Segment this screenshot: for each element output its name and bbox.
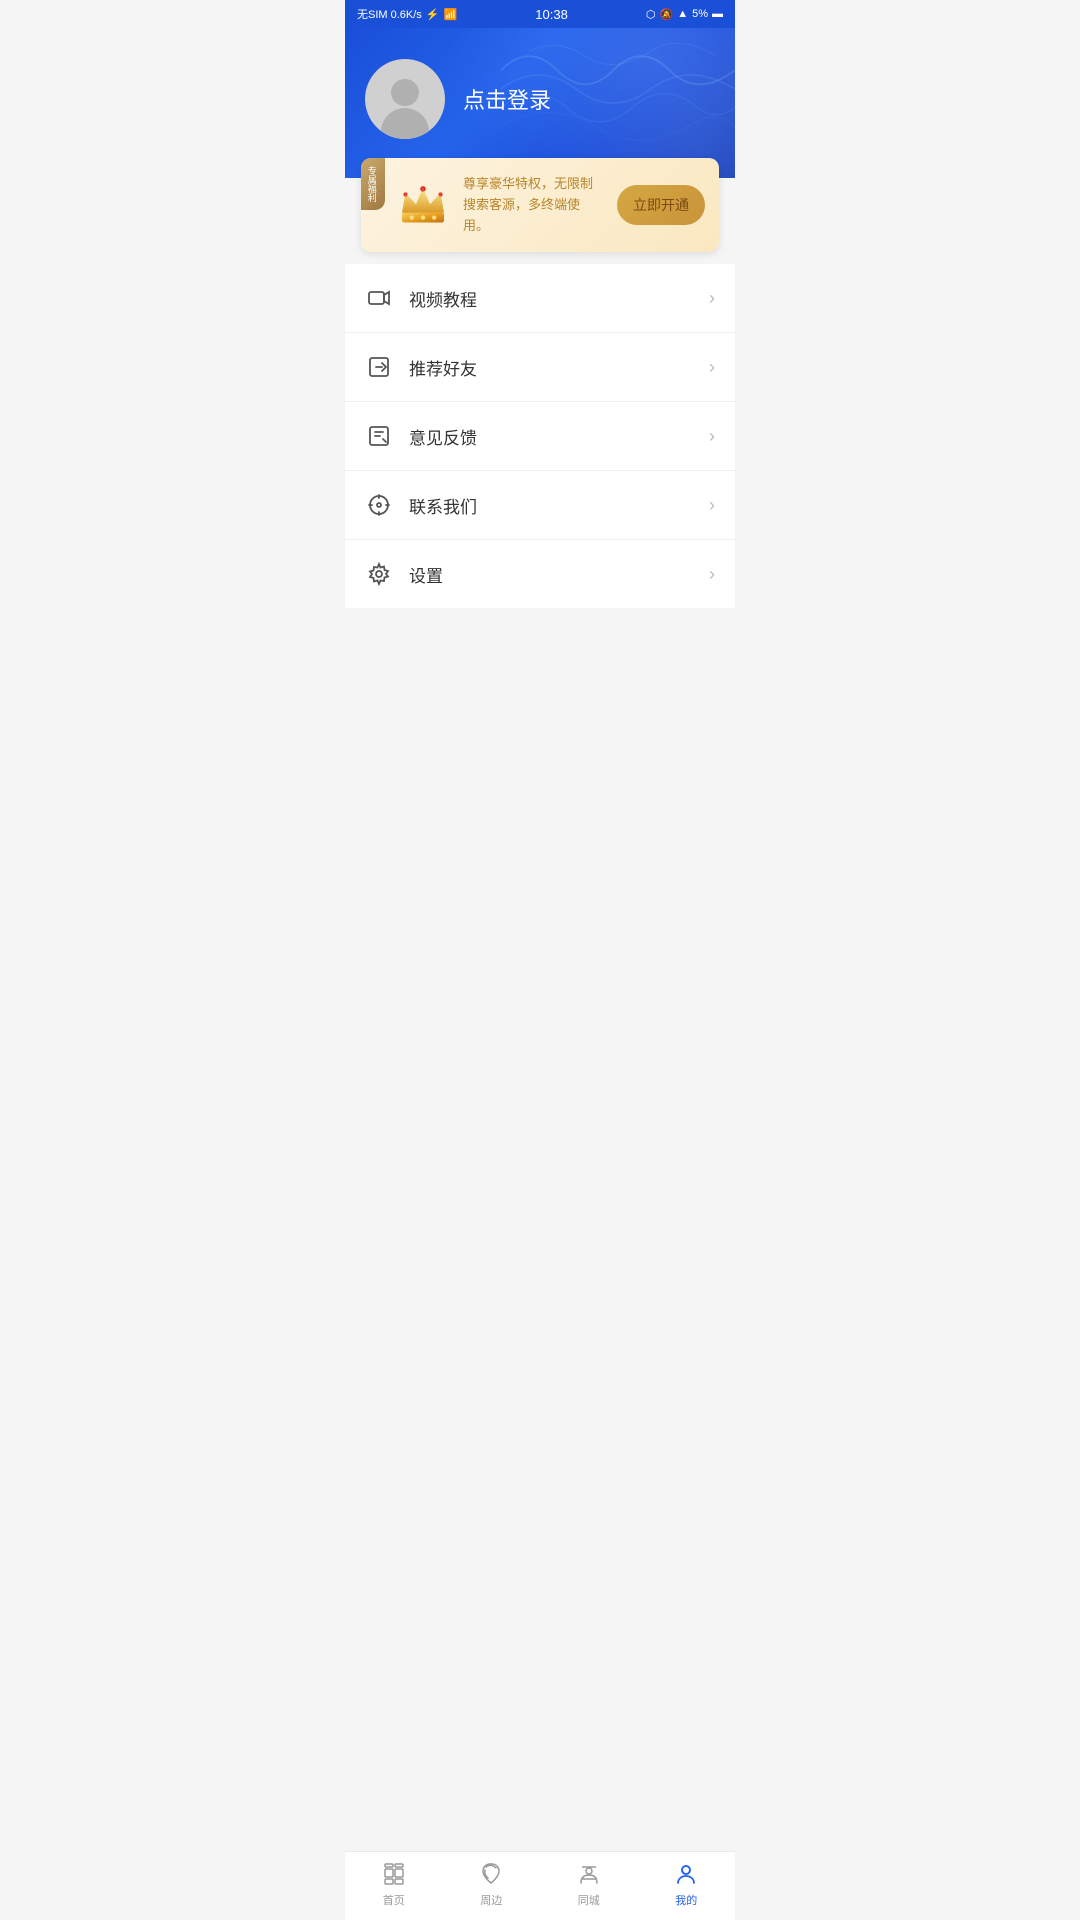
mine-icon	[672, 1860, 700, 1888]
battery-text: 5%	[692, 8, 708, 20]
feedback-icon	[365, 422, 393, 450]
video-chevron: ›	[709, 288, 715, 309]
nav-item-home[interactable]: 首页	[345, 1860, 443, 1908]
avatar-body	[381, 108, 429, 139]
menu-item-feedback[interactable]: 意见反馈 ›	[345, 402, 735, 471]
signal-icons: 📶	[444, 8, 458, 21]
feedback-chevron: ›	[709, 426, 715, 447]
avatar-head	[391, 79, 419, 106]
vip-badge-label: 专属福利	[361, 158, 385, 210]
menu-item-video[interactable]: 视频教程 ›	[345, 264, 735, 333]
home-label: 首页	[383, 1892, 405, 1908]
city-label: 同城	[578, 1892, 600, 1908]
status-bar: 无SIM 0.6K/s ⚡ 📶 10:38 ⬡ 🔕 ▲ 5% ▬	[345, 0, 735, 28]
profile-banner[interactable]: 点击登录	[345, 28, 735, 178]
settings-label: 设置	[409, 562, 709, 587]
status-right: ⬡ 🔕 ▲ 5% ▬	[646, 8, 723, 21]
nearby-label: 周边	[480, 1892, 502, 1908]
nav-item-nearby[interactable]: 周边	[443, 1860, 541, 1908]
battery-icon: ▬	[712, 8, 723, 20]
nav-item-city[interactable]: 同城	[540, 1860, 638, 1908]
settings-icon	[365, 560, 393, 588]
recommend-label: 推荐好友	[409, 355, 709, 380]
sim-signal: 无SIM 0.6K/s	[357, 6, 422, 22]
avatar-figure	[380, 79, 430, 139]
nearby-icon	[477, 1860, 505, 1888]
wifi-icon: ▲	[677, 8, 688, 20]
vip-banner[interactable]: 专属福利	[361, 158, 719, 252]
vip-description: 尊享豪华特权，无限制搜索客源，多终端使用。	[463, 174, 605, 236]
status-left: 无SIM 0.6K/s ⚡ 📶	[357, 6, 457, 22]
settings-chevron: ›	[709, 564, 715, 585]
contact-label: 联系我们	[409, 493, 709, 518]
status-time: 10:38	[535, 7, 568, 22]
nav-item-mine[interactable]: 我的	[638, 1860, 736, 1908]
avatar[interactable]	[365, 59, 445, 139]
mine-label: 我的	[675, 1892, 697, 1908]
menu-item-contact[interactable]: 联系我们 ›	[345, 471, 735, 540]
contact-icon	[365, 491, 393, 519]
menu-item-recommend[interactable]: 推荐好友 ›	[345, 333, 735, 402]
crown-icon	[395, 180, 451, 230]
alarm-icon: 🔕	[659, 8, 673, 21]
share-icon	[365, 353, 393, 381]
city-icon	[575, 1860, 603, 1888]
bottom-nav: 首页 周边 同城	[345, 1851, 735, 1920]
video-icon	[365, 284, 393, 312]
recommend-chevron: ›	[709, 357, 715, 378]
menu-item-settings[interactable]: 设置 ›	[345, 540, 735, 608]
content-area: 专属福利	[345, 158, 735, 688]
profile-login-text[interactable]: 点击登录	[463, 83, 551, 115]
feedback-label: 意见反馈	[409, 424, 709, 449]
usb-icon: ⚡	[426, 8, 440, 21]
video-label: 视频教程	[409, 286, 709, 311]
vip-activate-button[interactable]: 立即开通	[617, 185, 705, 225]
home-icon	[380, 1860, 408, 1888]
contact-chevron: ›	[709, 495, 715, 516]
bluetooth-icon: ⬡	[646, 8, 656, 21]
menu-section: 视频教程 › 推荐好友 › 意见反馈	[345, 264, 735, 608]
